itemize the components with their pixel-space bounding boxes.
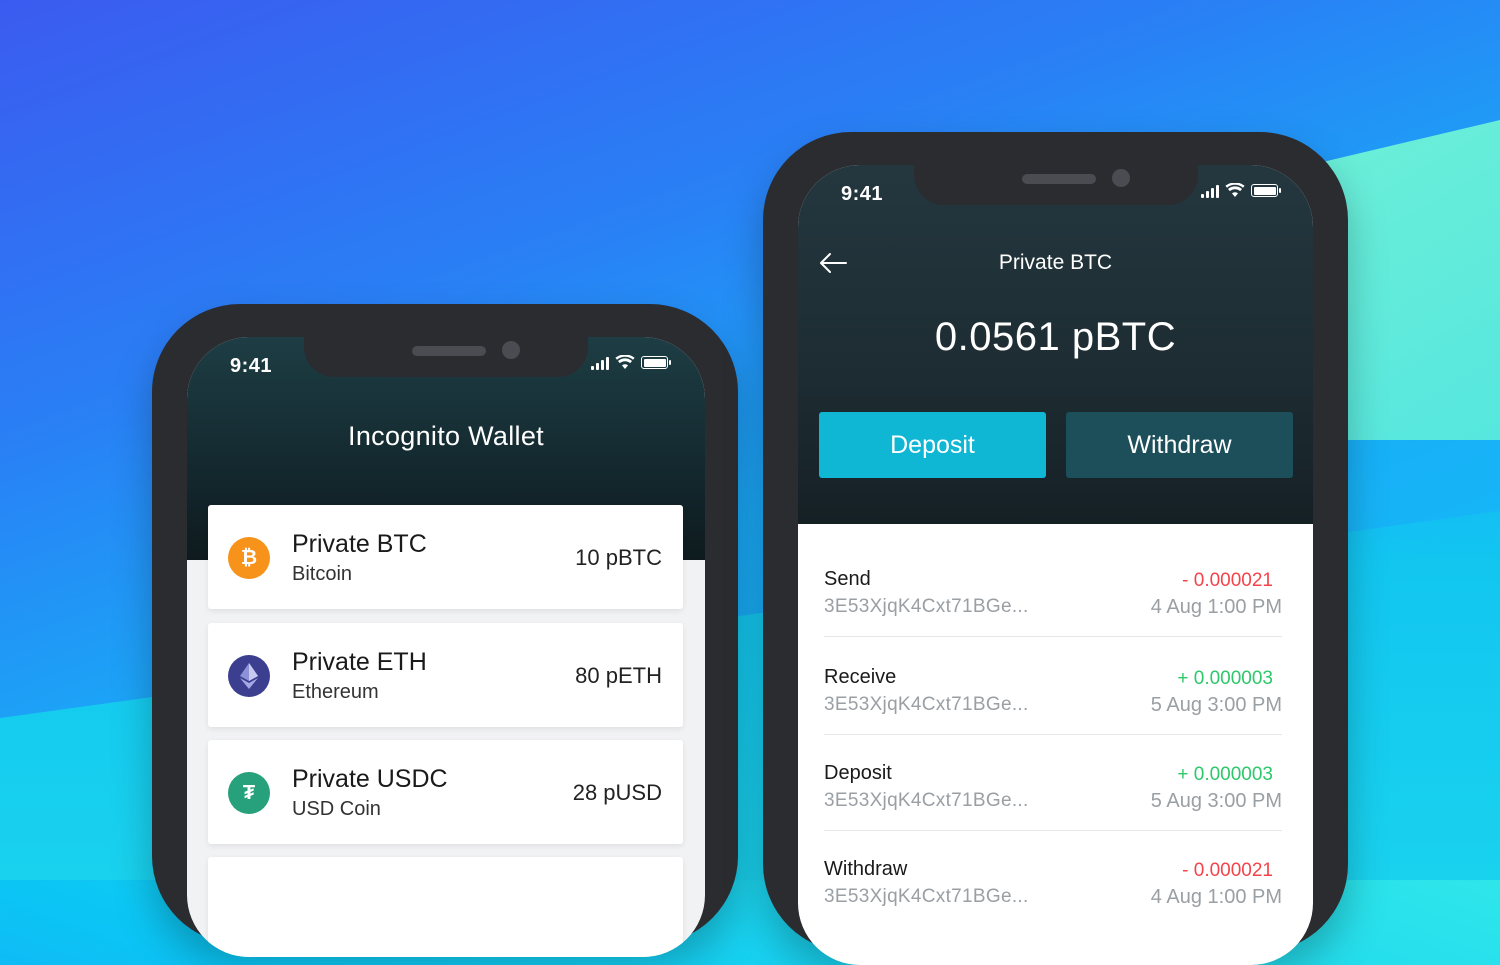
cellular-signal-icon: [591, 356, 609, 370]
page-title: Private BTC: [998, 251, 1113, 274]
coin-name: Private USDC: [292, 765, 448, 793]
coin-amount: 80 pETH: [575, 663, 662, 688]
balance-amount: 0.0561 pBTC: [934, 315, 1177, 359]
notch: [913, 165, 1198, 205]
transaction-type: Receive: [824, 666, 897, 688]
battery-icon: [641, 356, 671, 369]
transaction-address: 3E53XjqK4Cxt71BGe...: [824, 790, 1029, 811]
transaction-time: 5 Aug 3:00 PM: [1150, 694, 1282, 716]
camera-icon: [1111, 169, 1130, 187]
transaction-row[interactable]: Deposit 3E53XjqK4Cxt71BGe... + 0.000003 …: [824, 734, 1282, 831]
transaction-time: 4 Aug 1:00 PM: [1150, 886, 1282, 908]
coin-name: Private BTC: [292, 530, 427, 558]
transaction-address: 3E53XjqK4Cxt71BGe...: [824, 886, 1029, 907]
wallet-screen: 9:41 Incognito Wallet ₿ Private BTC Bitc…: [187, 337, 705, 957]
battery-icon: [1251, 184, 1281, 197]
page-title: Incognito Wallet: [348, 421, 544, 451]
coin-amount: 28 pUSD: [572, 780, 662, 805]
coin-subtitle: USD Coin: [292, 798, 381, 820]
deposit-button[interactable]: Deposit: [819, 412, 1046, 478]
coin-detail-screen: 9:41 Private BTC 0.0561 pBTC Deposit Wit…: [798, 165, 1313, 965]
coin-card-usdc[interactable]: ₮ Private USDC USD Coin 28 pUSD: [208, 740, 683, 844]
ethereum-glyph: [240, 663, 258, 689]
camera-icon: [502, 341, 520, 359]
coin-detail-header: 9:41 Private BTC 0.0561 pBTC Deposit Wit…: [798, 165, 1313, 524]
status-icons: [1201, 183, 1281, 198]
coin-card-eth[interactable]: Private ETH Ethereum 80 pETH: [208, 623, 683, 727]
tether-glyph: ₮: [242, 781, 256, 804]
status-icons: [591, 355, 671, 370]
phone-wallet-list: 9:41 Incognito Wallet ₿ Private BTC Bitc…: [152, 304, 738, 957]
transaction-address: 3E53XjqK4Cxt71BGe...: [824, 694, 1029, 715]
transaction-type: Withdraw: [824, 858, 908, 880]
coin-subtitle: Ethereum: [292, 681, 379, 703]
transaction-amount: - 0.000021: [1182, 860, 1273, 881]
ethereum-icon: [228, 655, 270, 697]
status-time: 9:41: [230, 355, 273, 377]
bitcoin-glyph: ₿: [240, 546, 258, 569]
tether-icon: ₮: [228, 772, 270, 814]
transaction-row[interactable]: Withdraw 3E53XjqK4Cxt71BGe... - 0.000021…: [824, 830, 1282, 926]
coin-amount: 10 pBTC: [575, 545, 662, 570]
transaction-time: 4 Aug 1:00 PM: [1150, 596, 1282, 618]
notch: [304, 337, 588, 377]
withdraw-button[interactable]: Withdraw: [1066, 412, 1293, 478]
transaction-time: 5 Aug 3:00 PM: [1150, 790, 1282, 812]
wifi-icon: [1225, 183, 1245, 197]
speaker-grille: [1021, 174, 1096, 184]
transaction-amount: + 0.000003: [1177, 668, 1273, 689]
transaction-type: Deposit: [824, 762, 892, 784]
coin-card-partial[interactable]: [208, 857, 683, 957]
coin-subtitle: Bitcoin: [292, 563, 353, 585]
transaction-type: Send: [824, 568, 871, 590]
transaction-address: 3E53XjqK4Cxt71BGe...: [824, 596, 1029, 617]
speaker-grille: [412, 346, 486, 356]
wifi-icon: [615, 355, 635, 369]
transaction-row[interactable]: Send 3E53XjqK4Cxt71BGe... - 0.000021 4 A…: [824, 540, 1282, 637]
transaction-amount: + 0.000003: [1177, 764, 1273, 785]
status-time: 9:41: [841, 183, 884, 205]
coin-name: Private ETH: [292, 648, 427, 676]
transaction-amount: - 0.000021: [1182, 570, 1273, 591]
transaction-row[interactable]: Receive 3E53XjqK4Cxt71BGe... + 0.000003 …: [824, 638, 1282, 735]
cellular-signal-icon: [1201, 184, 1219, 198]
bitcoin-icon: ₿: [228, 537, 270, 579]
coin-card-btc[interactable]: ₿ Private BTC Bitcoin 10 pBTC: [208, 505, 683, 609]
phone-coin-detail: 9:41 Private BTC 0.0561 pBTC Deposit Wit…: [763, 132, 1348, 965]
